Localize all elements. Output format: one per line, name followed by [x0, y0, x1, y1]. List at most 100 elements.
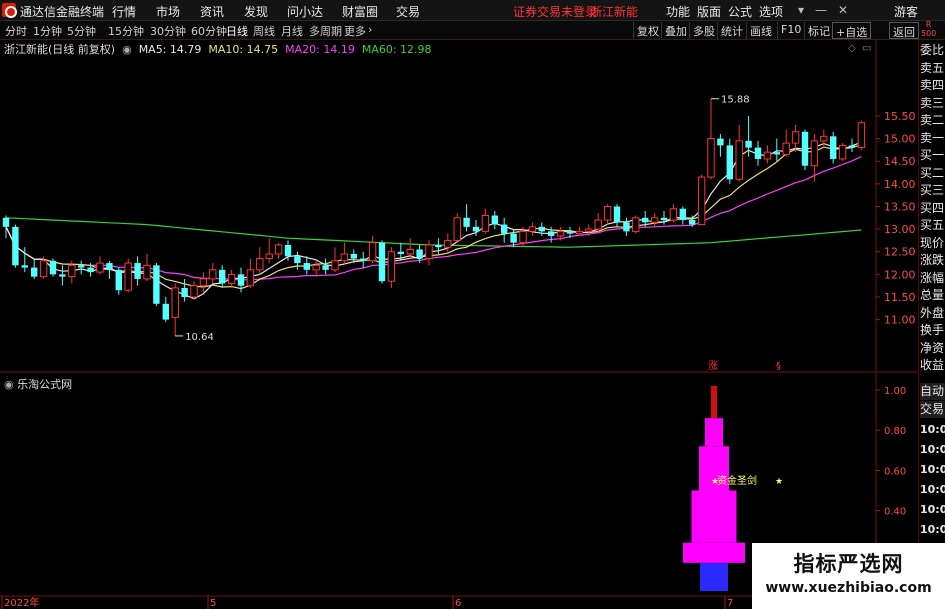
period-tab-5min[interactable]: 5分钟 — [67, 23, 96, 39]
side-item[interactable]: 卖五 — [920, 60, 945, 77]
add-watchlist-button[interactable]: +自选 — [832, 22, 872, 39]
menu-wealth[interactable]: 财富圈 — [342, 3, 378, 20]
indicator-settings-icon[interactable]: ◉ — [4, 378, 14, 391]
candle-body — [791, 131, 800, 144]
menu-ask[interactable]: 问小达 — [287, 3, 323, 20]
watermark-url: www.xuezhibiao.com — [765, 580, 932, 596]
side-item[interactable]: 买四 — [920, 200, 945, 217]
candle-body — [501, 224, 508, 234]
side-item[interactable]: 收益 — [920, 357, 945, 374]
side-item[interactable]: 净资 — [920, 340, 945, 357]
side-item[interactable]: 卖三 — [920, 95, 945, 112]
settings-icon[interactable]: ▾ — [792, 2, 810, 18]
side-item[interactable]: 外盘 — [920, 305, 945, 322]
period-tab-30min[interactable]: 30分钟 — [150, 23, 186, 39]
candle-body — [397, 251, 404, 254]
candle-body — [585, 228, 593, 232]
side-item[interactable]: 买五 — [920, 217, 945, 234]
candle-body — [331, 260, 339, 271]
period-tab-weekly[interactable]: 周线 — [253, 23, 275, 39]
star-icon: ★ — [775, 477, 783, 487]
candle-body — [538, 226, 545, 232]
side-item[interactable]: 买二 — [920, 165, 945, 182]
side-item[interactable]: 委比 — [920, 42, 945, 59]
date-label: 6 — [455, 598, 461, 609]
period-tab-daily[interactable]: 日线 — [226, 23, 248, 39]
side-item[interactable]: 卖一 — [920, 130, 945, 147]
side-item[interactable]: 卖四 — [920, 77, 945, 94]
candle-body — [763, 151, 772, 160]
period-tab-more[interactable]: 更多 — [344, 23, 366, 39]
candle-body — [59, 274, 66, 277]
side-item[interactable]: 卖二 — [920, 112, 945, 129]
app-title: 通达信金融终端 — [20, 5, 105, 19]
candle-body — [78, 265, 85, 268]
side-item[interactable]: 现价 — [920, 235, 945, 252]
menu-layout[interactable]: 版面 — [697, 3, 721, 20]
indicator-name[interactable]: 乐淘公式网 — [17, 378, 72, 391]
more-chevron-icon[interactable]: › — [368, 23, 372, 36]
candle-body — [181, 287, 188, 297]
indicator-bar — [700, 562, 728, 591]
side-item[interactable]: 总量 — [920, 287, 945, 304]
badge-500: 500 — [921, 29, 937, 38]
adjust-button[interactable]: 复权 — [633, 22, 662, 39]
settings-circle-icon[interactable]: ◉ — [119, 43, 136, 56]
side-time: 10:03 — [920, 503, 945, 516]
menu-options[interactable]: 选项 — [759, 3, 783, 20]
menu-function[interactable]: 功能 — [666, 3, 690, 20]
period-toolbar: 分时 1分钟 5分钟 15分钟 30分钟 60分钟 日线 周线 月线 多周期 更… — [0, 21, 945, 40]
menu-trade[interactable]: 交易 — [396, 3, 420, 20]
side-item[interactable]: 交易 — [920, 401, 945, 418]
candle-body — [406, 248, 414, 255]
side-item[interactable]: 自动 — [920, 383, 945, 400]
period-tab-15min[interactable]: 15分钟 — [108, 23, 144, 39]
menu-formula[interactable]: 公式 — [728, 3, 752, 20]
expand-icon: ▭ — [862, 43, 871, 54]
price-tick-label: 15.00 — [884, 133, 916, 146]
back-button[interactable]: 返回 — [889, 22, 919, 39]
multi-stock-button[interactable]: 多股 — [689, 22, 718, 39]
side-item[interactable]: 买三 — [920, 182, 945, 199]
overlay-button[interactable]: 叠加 — [661, 22, 690, 39]
login-status[interactable]: 证券交易未登录 — [513, 3, 597, 20]
limit-up-marker: 涨 — [708, 360, 718, 372]
candle-body — [87, 267, 94, 273]
menu-discover[interactable]: 发现 — [244, 3, 268, 20]
candle-body — [171, 287, 179, 318]
candle-body — [49, 260, 57, 275]
minimize-icon[interactable]: — — [812, 2, 830, 18]
period-tab-multi[interactable]: 多周期 — [309, 23, 342, 39]
indicator-bar — [705, 418, 723, 447]
candle-body — [39, 260, 48, 278]
side-time: 10:03 — [920, 463, 945, 476]
side-item[interactable]: 涨跌 — [920, 252, 945, 269]
menu-market[interactable]: 市场 — [156, 3, 180, 20]
guest-user[interactable]: 游客 — [894, 3, 918, 20]
current-stock-tag: 浙江新能 — [590, 5, 639, 19]
candle-body — [707, 138, 715, 178]
candle-body — [190, 285, 198, 298]
period-tab-60min[interactable]: 60分钟 — [191, 23, 227, 39]
price-tick-label: 13.50 — [884, 200, 916, 213]
period-tab-monthly[interactable]: 月线 — [281, 23, 303, 39]
period-tab-intraday[interactable]: 分时 — [5, 23, 27, 39]
candle-body — [246, 269, 255, 287]
menu-news[interactable]: 资讯 — [200, 3, 224, 20]
side-item[interactable]: 涨幅 — [920, 270, 945, 287]
statistics-button[interactable]: 统计 — [717, 22, 746, 39]
mark-button[interactable]: 标记 — [804, 22, 833, 39]
side-item[interactable]: 买一 — [920, 147, 945, 164]
menu-quotes[interactable]: 行情 — [112, 3, 136, 20]
candle-body — [773, 152, 780, 155]
candle-body — [575, 230, 584, 235]
candle-body — [162, 303, 169, 320]
close-icon[interactable]: ✕ — [834, 2, 852, 18]
period-tab-1min[interactable]: 1分钟 — [33, 23, 62, 39]
candle-body — [472, 226, 480, 232]
kline-chart[interactable]: 15.50 15.00 14.50 14.00 13.50 13.00 12.50 12.00… — [0, 40, 918, 609]
f10-button[interactable]: F10 — [777, 22, 804, 39]
side-item[interactable]: 换手 — [920, 322, 945, 339]
draw-line-button[interactable]: 画线 — [746, 22, 775, 39]
indicator-tick-label: 0.80 — [884, 426, 906, 437]
